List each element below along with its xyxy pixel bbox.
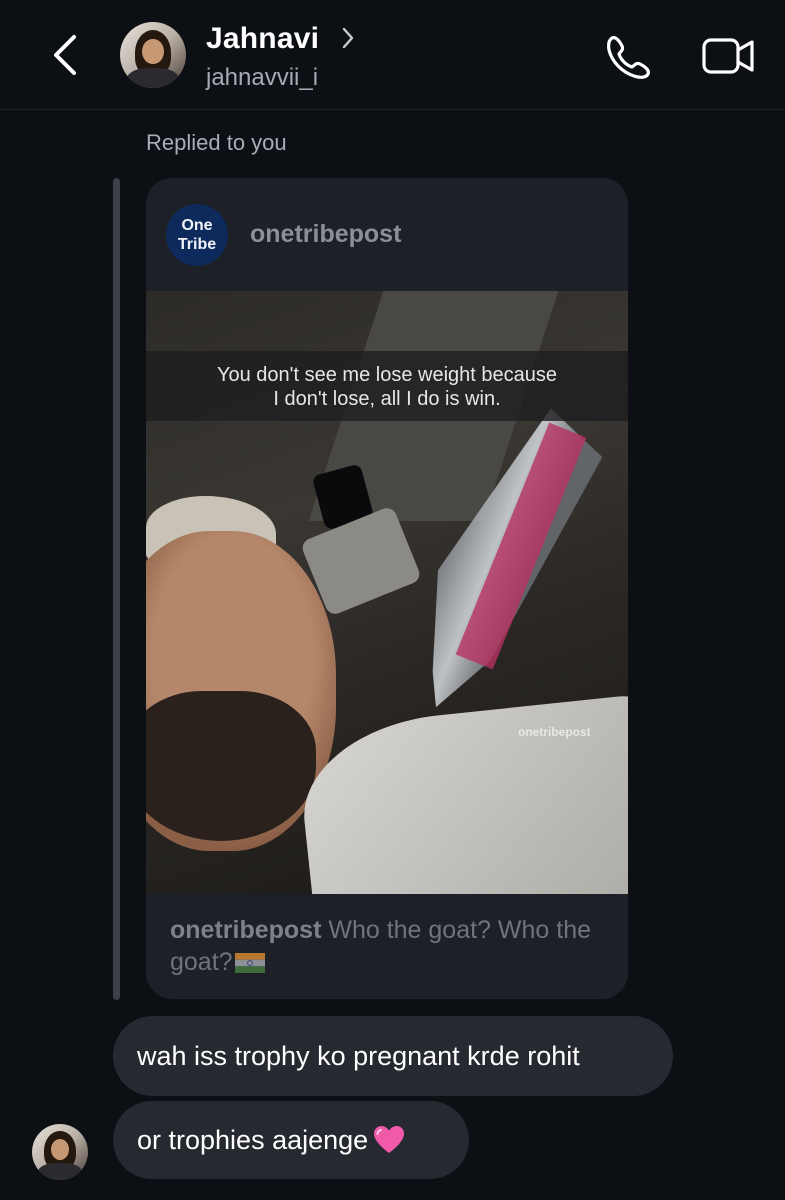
logo-text-line1: One [181,217,213,234]
image-caption: You don't see me lose weight because I d… [217,364,557,410]
sender-avatar[interactable] [32,1124,88,1180]
contact-name[interactable]: Jahnavi [206,22,319,56]
message-bubble[interactable]: wah iss trophy ko pregnant krde rohit [113,1016,673,1096]
phone-icon[interactable] [602,32,654,80]
message-text: or trophies aajenge [137,1124,369,1155]
contact-avatar[interactable] [120,22,186,88]
india-flag-icon [234,953,265,974]
post-account-logo[interactable]: One Tribe [166,204,228,266]
post-account-name[interactable]: onetribepost [250,220,401,249]
shared-post-card[interactable]: One Tribe onetribepost You don't see me … [146,178,628,999]
message-bubble[interactable]: or trophies aajenge [113,1101,469,1179]
message-text: wah iss trophy ko pregnant krde rohit [137,1040,580,1071]
post-caption: onetribepost Who the goat? Who the goat? [170,914,600,978]
reply-indicator-bar [113,178,120,1000]
contact-username[interactable]: jahnavvii_i [206,64,318,92]
video-camera-icon[interactable] [700,34,756,78]
logo-text-line2: Tribe [177,236,217,253]
caption-account: onetribepost [170,916,322,944]
post-image[interactable]: You don't see me lose weight because I d… [146,291,628,894]
replied-label: Replied to you [146,130,287,155]
chevron-right-icon[interactable] [340,26,356,50]
image-watermark: onetribepost [518,725,591,739]
pink-heart-icon [374,1126,405,1153]
back-button[interactable] [40,30,90,80]
chevron-left-icon [54,35,76,75]
chat-header: Jahnavi jahnavvii_i [0,0,785,110]
